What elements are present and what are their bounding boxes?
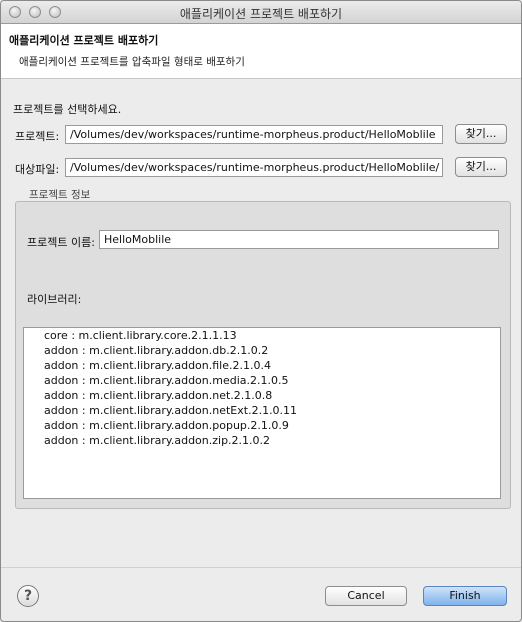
library-item[interactable]: addon : m.client.library.addon.media.2.1… — [44, 374, 289, 387]
select-project-prompt: 프로젝트를 선택하세요. — [13, 103, 122, 116]
browse-project-button[interactable]: 찾기... — [455, 124, 507, 144]
library-list[interactable]: core : m.client.library.core.2.1.1.13 ad… — [23, 327, 501, 499]
wizard-header: 애플리케이션 프로젝트 배포하기 애플리케이션 프로젝트를 압축파일 형태로 배… — [1, 24, 521, 79]
project-info-title: 프로젝트 정보 — [29, 189, 91, 201]
browse-target-button[interactable]: 찾기... — [455, 157, 507, 177]
dialog-window: 애플리케이션 프로젝트 배포하기 애플리케이션 프로젝트 배포하기 애플리케이션… — [0, 0, 522, 622]
library-item[interactable]: addon : m.client.library.addon.file.2.1.… — [44, 359, 271, 372]
project-name-label: 프로젝트 이름: — [27, 236, 95, 249]
target-file-field[interactable] — [65, 158, 443, 177]
target-file-label: 대상파일: — [15, 163, 60, 176]
library-item[interactable]: addon : m.client.library.addon.zip.2.1.0… — [44, 434, 270, 447]
project-name-field[interactable] — [99, 230, 499, 249]
library-item[interactable]: addon : m.client.library.addon.netExt.2.… — [44, 404, 297, 417]
wizard-title: 애플리케이션 프로젝트 배포하기 — [9, 34, 159, 47]
footer-separator — [1, 567, 521, 568]
wizard-description: 애플리케이션 프로젝트를 압축파일 형태로 배포하기 — [19, 56, 245, 68]
library-item[interactable]: core : m.client.library.core.2.1.1.13 — [44, 329, 237, 342]
title-bar[interactable]: 애플리케이션 프로젝트 배포하기 — [1, 1, 521, 24]
finish-button[interactable]: Finish — [423, 586, 507, 606]
library-label: 라이브러리: — [27, 293, 82, 306]
cancel-button[interactable]: Cancel — [325, 586, 407, 606]
library-item[interactable]: addon : m.client.library.addon.net.2.1.0… — [44, 389, 272, 402]
library-item[interactable]: addon : m.client.library.addon.popup.2.1… — [44, 419, 289, 432]
project-label: 프로젝트: — [15, 130, 60, 143]
project-path-field[interactable] — [65, 125, 443, 144]
library-item[interactable]: addon : m.client.library.addon.db.2.1.0.… — [44, 344, 268, 357]
window-title: 애플리케이션 프로젝트 배포하기 — [179, 7, 343, 21]
help-icon[interactable]: ? — [17, 585, 39, 607]
